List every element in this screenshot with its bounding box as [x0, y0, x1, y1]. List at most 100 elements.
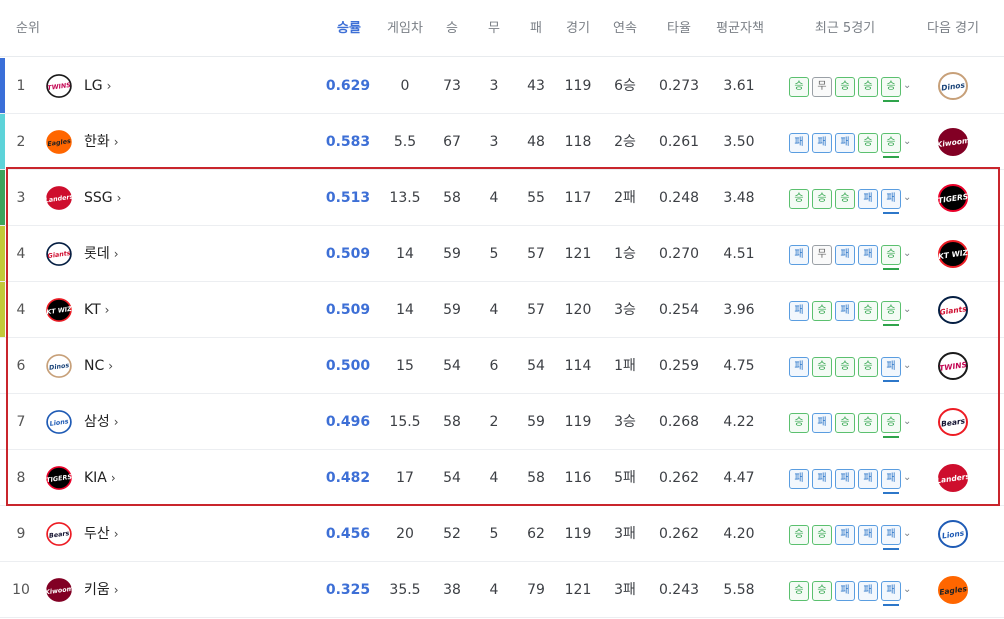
- result-badge: 무: [812, 245, 832, 265]
- team-link[interactable]: 두산 ›: [84, 506, 164, 562]
- team-link[interactable]: 한화 ›: [84, 114, 164, 170]
- next-opponent-kiwoom-logo[interactable]: Kiwoom: [933, 126, 973, 158]
- header-wins[interactable]: 승: [437, 0, 467, 57]
- result-badge: 패: [858, 469, 878, 489]
- header-games[interactable]: 경기: [560, 0, 596, 57]
- draws: 4: [489, 582, 499, 598]
- giants-logo: Giants: [42, 238, 76, 270]
- wins: 59: [443, 302, 461, 318]
- games-played: 120: [564, 302, 592, 318]
- table-row: 4 Giants 롯데 › 0.509 14 59 5 57 121 1승 0.270 4.51 패 무 패 패…: [0, 226, 1004, 282]
- streak: 3승: [614, 414, 636, 430]
- team-link[interactable]: NC ›: [84, 338, 164, 394]
- result-badge: 승: [881, 413, 901, 438]
- team-link[interactable]: 키움 ›: [84, 562, 164, 618]
- rank-number: 8: [16, 470, 26, 486]
- win-pct: 0.500: [325, 358, 371, 374]
- batting-avg: 0.254: [658, 302, 700, 318]
- next-opponent-lions-logo[interactable]: Lions: [933, 518, 973, 550]
- result-badge: 승: [835, 189, 855, 209]
- chevron-right-icon: ›: [113, 247, 119, 261]
- chevron-down-icon[interactable]: ⌄: [903, 358, 915, 374]
- games-played: 119: [564, 414, 592, 430]
- games-played: 117: [564, 190, 592, 206]
- rank-number: 6: [16, 358, 26, 374]
- chevron-down-icon[interactable]: ⌄: [903, 582, 915, 598]
- result-badge: 승: [789, 77, 809, 97]
- rank-indicator-bar: [0, 170, 5, 225]
- chevron-down-icon[interactable]: ⌄: [903, 414, 915, 430]
- ktwiz-logo: KT WIZ: [42, 294, 76, 326]
- next-opponent-twins-logo[interactable]: TWINS: [933, 350, 973, 382]
- win-pct: 0.509: [325, 302, 371, 318]
- next-opponent-ktwiz-logo[interactable]: KT WIZ: [933, 238, 973, 270]
- wins: 73: [443, 78, 461, 94]
- chevron-down-icon[interactable]: ⌄: [903, 190, 915, 206]
- recent-5-games: 승무승승승: [789, 77, 901, 102]
- games-behind: 14: [396, 302, 414, 318]
- team-name: 두산: [84, 526, 110, 542]
- batting-avg: 0.259: [658, 358, 700, 374]
- draws: 2: [489, 414, 499, 430]
- header-win-pct[interactable]: 승률: [328, 0, 370, 57]
- wins: 52: [443, 526, 461, 542]
- header-draws[interactable]: 무: [479, 0, 509, 57]
- header-batting-avg[interactable]: 타율: [657, 0, 701, 57]
- rank-number: 2: [16, 134, 26, 150]
- table-row: 2 Eagles 한화 › 0.583 5.5 67 3 48 118 2승 0.261 3.50 패 패 패…: [0, 114, 1004, 170]
- wins: 58: [443, 414, 461, 430]
- result-badge: 패: [881, 469, 901, 494]
- wins: 38: [443, 582, 461, 598]
- chevron-right-icon: ›: [113, 583, 119, 597]
- table-row: 8 TIGERS KIA › 0.482 17 54 4 58 116 5패 0.262 4.47 패 패 패…: [0, 450, 1004, 506]
- games-played: 121: [564, 246, 592, 262]
- header-era[interactable]: 평균자책: [710, 0, 770, 57]
- table-row: 1 TWINS LG › 0.629 0 73 3 43 119 6승 0.273 3.61 승 무 승 승 승 ⌄…: [0, 58, 1004, 114]
- next-opponent-eagles-logo[interactable]: Eagles: [933, 574, 973, 606]
- team-link[interactable]: KT ›: [84, 282, 164, 338]
- result-badge: 승: [789, 581, 809, 601]
- recent-5-games: 승승패패패: [789, 525, 901, 550]
- games-behind: 5.5: [393, 134, 417, 150]
- rank-indicator-bar: [0, 282, 5, 337]
- team-link[interactable]: SSG ›: [84, 170, 164, 226]
- chevron-down-icon[interactable]: ⌄: [903, 302, 915, 318]
- next-opponent-dinos-logo[interactable]: Dinos: [933, 70, 973, 102]
- wins: 67: [443, 134, 461, 150]
- team-name: 키움: [84, 582, 110, 598]
- team-name: KIA: [84, 470, 107, 486]
- win-pct: 0.513: [325, 190, 371, 206]
- table-row: 4 KT WIZ KT › 0.509 14 59 4 57 120 3승 0.254 3.96 패 승 패 승…: [0, 282, 1004, 338]
- batting-avg: 0.268: [658, 414, 700, 430]
- rank-number: 4: [16, 302, 26, 318]
- next-opponent-giants-logo[interactable]: Giants: [933, 294, 973, 326]
- chevron-down-icon[interactable]: ⌄: [903, 246, 915, 262]
- twins-logo: TWINS: [42, 70, 76, 102]
- result-badge: 패: [835, 469, 855, 489]
- streak: 3승: [614, 302, 636, 318]
- next-opponent-tigers-logo[interactable]: TIGERS: [933, 182, 973, 214]
- team-name: KT: [84, 302, 101, 318]
- chevron-down-icon[interactable]: ⌄: [903, 78, 915, 94]
- header-games-behind[interactable]: 게임차: [380, 0, 430, 57]
- team-link[interactable]: 삼성 ›: [84, 394, 164, 450]
- next-opponent-bears-logo[interactable]: Bears: [933, 406, 973, 438]
- header-recent-5: 최근 5경기: [814, 21, 876, 36]
- chevron-down-icon[interactable]: ⌄: [903, 470, 915, 486]
- team-link[interactable]: 롯데 ›: [84, 226, 164, 282]
- header-losses[interactable]: 패: [521, 0, 551, 57]
- batting-avg: 0.262: [658, 470, 700, 486]
- chevron-down-icon[interactable]: ⌄: [903, 134, 915, 150]
- win-pct: 0.456: [325, 526, 371, 542]
- batting-avg: 0.273: [658, 78, 700, 94]
- team-link[interactable]: LG ›: [84, 58, 164, 114]
- result-badge: 패: [881, 357, 901, 382]
- team-link[interactable]: KIA ›: [84, 450, 164, 506]
- header-streak[interactable]: 연속: [605, 0, 645, 57]
- next-opponent-landers-logo[interactable]: Landers: [933, 462, 973, 494]
- result-badge: 승: [789, 189, 809, 209]
- chevron-down-icon[interactable]: ⌄: [903, 526, 915, 542]
- result-badge: 승: [789, 525, 809, 545]
- wins: 58: [443, 190, 461, 206]
- games-behind: 14: [396, 246, 414, 262]
